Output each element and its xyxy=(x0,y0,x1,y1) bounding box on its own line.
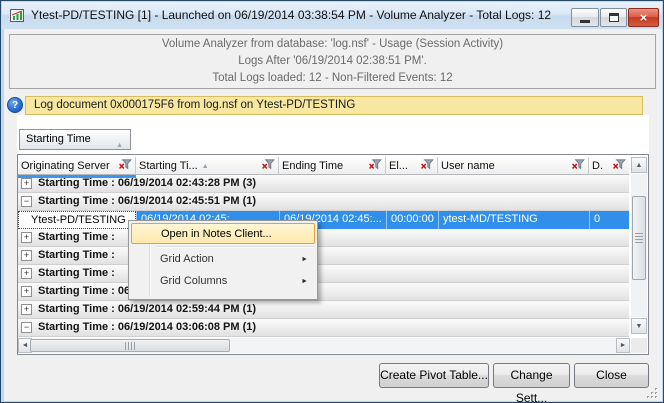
minimize-button[interactable] xyxy=(571,8,599,27)
cell-elapsed[interactable]: 00:00:00 xyxy=(386,211,438,229)
scroll-right-icon: ► xyxy=(620,342,627,349)
volume-analyzer-window: Ytest-PD/TESTING [1] - Launched on 06/19… xyxy=(0,0,664,403)
grid-header: Originating Server Starting Ti... ▲ Endi… xyxy=(18,157,629,175)
scroll-right-button[interactable]: ► xyxy=(616,338,630,353)
submenu-arrow-icon: ► xyxy=(301,250,308,270)
sort-asc-icon: ▲ xyxy=(116,136,123,155)
thumb-grip-icon xyxy=(125,342,136,350)
help-button[interactable]: ? xyxy=(7,97,23,113)
filter-icon[interactable] xyxy=(119,157,132,175)
menu-item-grid-action[interactable]: Grid Action ► xyxy=(131,249,315,270)
resize-grip-icon[interactable] xyxy=(646,387,659,400)
info-line-logs-after: Logs After '06/19/2014 02:38:51 PM'. xyxy=(238,53,427,70)
collapse-icon[interactable]: − xyxy=(21,196,32,207)
collapse-icon[interactable]: − xyxy=(21,322,32,333)
scroll-down-button[interactable]: ▼ xyxy=(631,318,647,334)
expand-icon[interactable]: + xyxy=(21,304,32,315)
status-text: Log document 0x000175F6 from log.nsf on … xyxy=(34,99,355,111)
cell-d[interactable]: 0 xyxy=(589,211,629,229)
log-detail-row[interactable]: Ytest-PD/TESTING 06/19/2014 02:45:... 06… xyxy=(18,211,629,229)
horizontal-scrollbar[interactable]: ◄ ► xyxy=(18,338,630,353)
submenu-arrow-icon: ► xyxy=(301,272,308,292)
minimize-icon xyxy=(580,20,590,23)
vertical-scrollbar[interactable]: ▲ ▼ xyxy=(631,157,647,336)
group-by-area: Starting Time ▲ xyxy=(17,115,649,154)
expand-icon[interactable]: + xyxy=(21,232,32,243)
expand-icon[interactable]: + xyxy=(21,250,32,261)
group-row[interactable]: − Starting Time : 06/19/2014 03:06:08 PM… xyxy=(18,319,629,337)
scrollbar-corner xyxy=(631,338,647,353)
title-bar[interactable]: Ytest-PD/TESTING [1] - Launched on 06/19… xyxy=(2,2,662,29)
help-icon: ? xyxy=(12,100,18,111)
group-row[interactable]: + Starting Time : xyxy=(18,265,629,283)
group-by-button-starting-time[interactable]: Starting Time ▲ xyxy=(19,129,131,150)
column-header-ending-time[interactable]: Ending Time xyxy=(279,157,386,175)
menu-item-grid-columns[interactable]: Grid Columns ► xyxy=(131,271,315,292)
log-grid: Originating Server Starting Ti... ▲ Endi… xyxy=(17,154,649,355)
scroll-left-icon: ◄ xyxy=(22,342,29,349)
group-by-label: Starting Time xyxy=(26,133,91,145)
menu-separator xyxy=(156,246,314,247)
column-header-d[interactable]: D. xyxy=(589,157,629,175)
scroll-up-button[interactable]: ▲ xyxy=(631,157,647,173)
column-header-originating-server[interactable]: Originating Server xyxy=(18,157,136,175)
scroll-up-icon: ▲ xyxy=(636,162,643,169)
column-header-elapsed[interactable]: El... xyxy=(386,157,438,175)
close-button[interactable]: Close xyxy=(574,363,649,388)
vertical-scroll-thumb[interactable] xyxy=(632,196,646,280)
horizontal-scroll-thumb[interactable] xyxy=(30,339,230,352)
expand-icon[interactable]: + xyxy=(21,286,32,297)
maximize-icon xyxy=(609,13,619,22)
group-row[interactable]: − Starting Time : 06/19/2014 02:45:51 PM… xyxy=(18,193,629,211)
info-line-database: Volume Analyzer from database: 'log.nsf'… xyxy=(162,36,503,53)
filter-icon[interactable] xyxy=(369,157,382,175)
menu-item-open-in-notes-client[interactable]: Open in Notes Client... xyxy=(131,223,315,244)
close-window-button[interactable]: × xyxy=(628,8,659,27)
column-highlight-strip xyxy=(18,175,136,178)
filter-icon[interactable] xyxy=(613,157,626,175)
filter-icon[interactable] xyxy=(572,157,585,175)
group-row[interactable]: + Starting Time : xyxy=(18,229,629,247)
window-title: Ytest-PD/TESTING [1] - Launched on 06/19… xyxy=(31,8,566,22)
cell-originating-server[interactable]: Ytest-PD/TESTING xyxy=(18,211,136,229)
scroll-down-icon: ▼ xyxy=(636,323,643,330)
context-menu: Open in Notes Client... Grid Action ► Gr… xyxy=(128,220,318,300)
filter-icon[interactable] xyxy=(262,157,275,175)
thumb-grip-icon xyxy=(635,233,643,244)
change-settings-button[interactable]: Change Sett... xyxy=(493,363,570,388)
sort-asc-icon: ▲ xyxy=(202,163,209,170)
info-line-totals: Total Logs loaded: 12 - Non-Filtered Eve… xyxy=(212,70,452,87)
maximize-button[interactable] xyxy=(600,8,627,27)
group-row[interactable]: + Starting Time : 06/19/2014 02:50:08 PM… xyxy=(18,283,629,301)
status-bar: Log document 0x000175F6 from log.nsf on … xyxy=(25,96,643,115)
filter-icon[interactable] xyxy=(421,157,434,175)
expand-icon[interactable]: + xyxy=(21,178,32,189)
group-row[interactable]: + Starting Time : xyxy=(18,247,629,265)
app-icon xyxy=(10,8,25,23)
info-panel: Volume Analyzer from database: 'log.nsf'… xyxy=(9,34,656,89)
create-pivot-table-button[interactable]: Create Pivot Table... xyxy=(379,363,489,388)
column-header-user-name[interactable]: User name xyxy=(438,157,589,175)
expand-icon[interactable]: + xyxy=(21,268,32,279)
cell-user-name[interactable]: ytest-MD/TESTING xyxy=(438,211,589,229)
column-header-starting-time[interactable]: Starting Ti... ▲ xyxy=(136,157,279,175)
close-icon: × xyxy=(640,10,648,25)
group-row[interactable]: + Starting Time : 06/19/2014 02:59:44 PM… xyxy=(18,301,629,319)
